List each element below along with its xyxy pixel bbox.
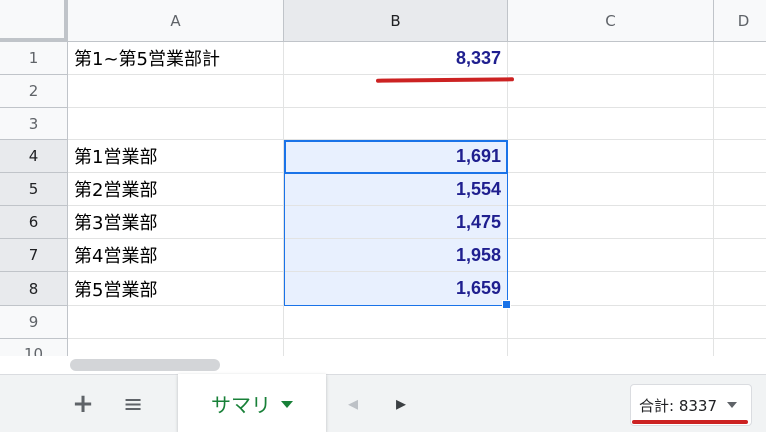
select-all-corner[interactable]	[0, 0, 68, 42]
cell-b9[interactable]	[284, 306, 508, 339]
column-header-b[interactable]: B	[284, 0, 508, 42]
cell-a9[interactable]	[68, 306, 284, 339]
row-header-5[interactable]: 5	[0, 173, 68, 206]
cell-d1[interactable]	[714, 42, 766, 75]
cell-a5[interactable]: 第2営業部	[68, 173, 284, 206]
chevron-left-icon[interactable]: ◂	[340, 388, 366, 418]
sheet-tab-summary[interactable]: サマリ	[178, 374, 326, 432]
cell-c7[interactable]	[508, 239, 714, 272]
row-header-1[interactable]: 1	[0, 42, 68, 75]
sum-label: 合計: 8337	[639, 396, 717, 415]
cell-d3[interactable]	[714, 108, 766, 140]
cell-c3[interactable]	[508, 108, 714, 140]
cell-c6[interactable]	[508, 206, 714, 239]
cell-b8[interactable]: 1,659	[284, 272, 508, 306]
cell-b4[interactable]: 1,691	[284, 140, 508, 173]
cell-d5[interactable]	[714, 173, 766, 206]
caret-down-icon[interactable]	[281, 401, 293, 408]
cell-a7[interactable]: 第4営業部	[68, 239, 284, 272]
cell-b10[interactable]	[284, 339, 508, 356]
cell-a3[interactable]	[68, 108, 284, 140]
fill-handle[interactable]	[502, 300, 511, 309]
cell-a4[interactable]: 第1営業部	[68, 140, 284, 173]
row-header-2[interactable]: 2	[0, 75, 68, 108]
row-header-10[interactable]: 10	[0, 339, 68, 356]
row-header-8[interactable]: 8	[0, 272, 68, 306]
cell-d10[interactable]	[714, 339, 766, 356]
chevron-right-icon[interactable]: ▸	[388, 388, 414, 418]
cell-c5[interactable]	[508, 173, 714, 206]
row-header-3[interactable]: 3	[0, 108, 68, 140]
cell-d8[interactable]	[714, 272, 766, 306]
spreadsheet-grid: A B C D 1 2 3 4 5 6 7 8 9 10 第1~第5営業部計 8…	[0, 0, 766, 356]
cell-d9[interactable]	[714, 306, 766, 339]
column-header-c[interactable]: C	[508, 0, 714, 42]
cell-c1[interactable]	[508, 42, 714, 75]
cell-b3[interactable]	[284, 108, 508, 140]
cell-d4[interactable]	[714, 140, 766, 173]
cell-c8[interactable]	[508, 272, 714, 306]
cell-c2[interactable]	[508, 75, 714, 108]
list-icon[interactable]: ≡	[116, 388, 150, 420]
cell-a8[interactable]: 第5営業部	[68, 272, 284, 306]
cell-d7[interactable]	[714, 239, 766, 272]
cell-b1[interactable]: 8,337	[284, 42, 508, 75]
cell-b5[interactable]: 1,554	[284, 173, 508, 206]
cell-a10[interactable]	[68, 339, 284, 356]
sheet-tab-label: サマリ	[211, 392, 271, 417]
cell-a6[interactable]: 第3営業部	[68, 206, 284, 239]
cell-c10[interactable]	[508, 339, 714, 356]
cell-b7[interactable]: 1,958	[284, 239, 508, 272]
cell-c4[interactable]	[508, 140, 714, 173]
annotation-underline-sum	[632, 420, 748, 424]
cell-d2[interactable]	[714, 75, 766, 108]
row-header-9[interactable]: 9	[0, 306, 68, 339]
row-header-7[interactable]: 7	[0, 239, 68, 272]
column-header-a[interactable]: A	[68, 0, 284, 42]
cell-b6[interactable]: 1,475	[284, 206, 508, 239]
cell-c9[interactable]	[508, 306, 714, 339]
plus-icon[interactable]: +	[66, 388, 100, 420]
cell-d6[interactable]	[714, 206, 766, 239]
caret-down-icon	[727, 402, 737, 408]
column-header-d[interactable]: D	[714, 0, 766, 42]
row-header-4[interactable]: 4	[0, 140, 68, 173]
horizontal-scrollbar-thumb[interactable]	[70, 359, 220, 371]
row-header-6[interactable]: 6	[0, 206, 68, 239]
cell-a1[interactable]: 第1~第5営業部計	[68, 42, 284, 75]
cell-a2[interactable]	[68, 75, 284, 108]
